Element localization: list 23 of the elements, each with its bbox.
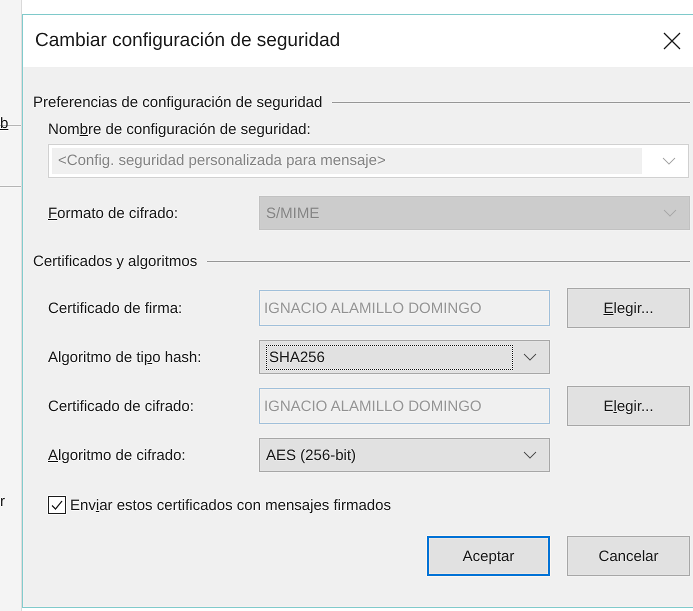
window-title: Cambiar configuración de seguridad <box>35 30 340 52</box>
dropdown[interactable]: AES (256-bit) <box>259 438 550 472</box>
text-fragment: r <box>0 493 6 511</box>
dropdown[interactable]: SHA256 <box>259 340 550 374</box>
field-label: Algoritmo de tipo hash: <box>48 348 202 366</box>
field-label: Certificado de cifrado: <box>48 398 195 414</box>
choose-button[interactable]: Elegir... <box>567 288 690 328</box>
field-label: Certificado de firma: <box>48 300 184 316</box>
send-certificates-checkbox[interactable]: Enviar estos certificados con mensajes firmados <box>33 496 690 514</box>
section-title: Preferencias de configuración de seguridad <box>33 94 322 110</box>
text-fragment: b <box>0 115 8 133</box>
section-title: Certificados y algoritmos <box>33 252 198 270</box>
field-label: Algoritmo de cifrado: <box>48 446 187 464</box>
cancel-button[interactable]: Cancelar <box>567 536 690 576</box>
chevron-icon <box>662 157 676 165</box>
field-label: Formato de cifrado: <box>48 204 180 222</box>
accept-button[interactable]: Aceptar <box>427 536 550 576</box>
close-icon[interactable] <box>663 32 681 50</box>
chevron-icon <box>523 353 537 361</box>
chevron-icon <box>523 451 537 459</box>
choose-button[interactable]: Elegir... <box>567 386 690 426</box>
field-label: Nombre de configuración de seguridad: <box>48 121 312 138</box>
chevron-icon <box>663 209 677 217</box>
